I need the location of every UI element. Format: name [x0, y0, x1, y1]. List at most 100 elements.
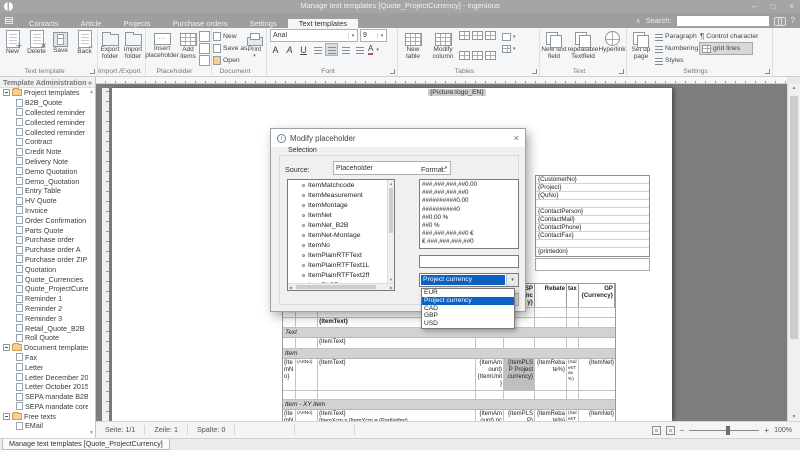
- ribbon-tab[interactable]: Text templates: [288, 19, 358, 28]
- tree-item[interactable]: Fax: [0, 353, 88, 363]
- zoom-slider-thumb[interactable]: [726, 426, 730, 435]
- fit-width-icon[interactable]: [666, 426, 675, 435]
- placeholder-list-item[interactable]: ItemNet-Montage: [288, 230, 394, 240]
- tree-item[interactable]: SEPA mandate core: [0, 402, 88, 412]
- dialog-launcher-icon[interactable]: [765, 69, 770, 74]
- minimize-button[interactable]: –: [752, 2, 756, 11]
- font-color-dropdown-icon[interactable]: ▾: [376, 47, 379, 53]
- scroll-up-icon[interactable]: ▲: [89, 89, 94, 95]
- document-new-button[interactable]: New: [213, 31, 243, 42]
- tree-item[interactable]: Contract: [0, 137, 88, 147]
- grid-lines-button[interactable]: grid lines: [700, 43, 752, 54]
- info-row[interactable]: {ContactPerson}: [536, 208, 649, 216]
- fit-page-icon[interactable]: [652, 426, 661, 435]
- copy-format-icon[interactable]: [199, 31, 210, 42]
- expander-icon[interactable]: [3, 344, 10, 351]
- tree-item[interactable]: Quotation: [0, 264, 88, 274]
- tree-item[interactable]: Collected reminder 1: [0, 108, 88, 118]
- scroll-down-icon[interactable]: ▼: [788, 414, 800, 420]
- info-row[interactable]: [536, 200, 649, 208]
- format-option[interactable]: ##########0.00: [422, 197, 516, 205]
- new-template-button[interactable]: ＋New: [1, 30, 24, 68]
- document-open-button[interactable]: Open: [213, 55, 243, 66]
- italic-button[interactable]: A: [284, 45, 295, 55]
- font-color-button[interactable]: A: [368, 45, 373, 55]
- paragraph-button[interactable]: Paragraph: [655, 31, 699, 42]
- selected-placeholder-cell[interactable]: {ItemPLSP Project currency}: [504, 359, 535, 390]
- scroll-right-icon[interactable]: ▶: [390, 285, 393, 290]
- tree-item[interactable]: Quote_ProjectCurrency: [0, 284, 88, 294]
- currency-option[interactable]: CAD: [422, 305, 514, 313]
- tree-item[interactable]: Free texts: [0, 411, 88, 421]
- new-text-field-button[interactable]: New text field: [541, 30, 567, 68]
- placeholder-list-item[interactable]: ItemMatchcode: [288, 180, 394, 190]
- set-up-page-button[interactable]: Set up page: [628, 30, 654, 68]
- info-row[interactable]: [536, 240, 649, 248]
- split-cells-icon[interactable]: [459, 51, 470, 60]
- currency-option[interactable]: USD: [422, 320, 514, 328]
- chevron-down-icon[interactable]: ▾: [506, 274, 518, 286]
- font-family-select[interactable]: Arial▾: [270, 29, 358, 42]
- expander-icon[interactable]: [3, 89, 10, 96]
- format-option[interactable]: ###,###,###,##0.00: [422, 181, 516, 189]
- ribbon-tab[interactable]: Settings: [239, 19, 288, 28]
- placeholder-list-item[interactable]: ItemNo: [288, 240, 394, 250]
- currency-select[interactable]: Project currency ▾: [419, 273, 519, 287]
- list-horizontal-scrollbar[interactable]: ◀ ▶: [288, 283, 394, 290]
- placeholder-list-item[interactable]: ItemMeasurement: [288, 190, 394, 200]
- scroll-up-icon[interactable]: ▲: [388, 181, 394, 186]
- placeholder-list-item[interactable]: ItemNet_B2B: [288, 220, 394, 230]
- tree-item[interactable]: Quote_Currencies: [0, 274, 88, 284]
- info-row[interactable]: {printedon}: [536, 248, 649, 256]
- close-button[interactable]: ×: [789, 2, 794, 11]
- info-row[interactable]: {Project}: [536, 184, 649, 192]
- info-row[interactable]: {CustomerNo}: [536, 176, 649, 184]
- tree-item[interactable]: EMail: [0, 421, 88, 431]
- info-row[interactable]: {ContactPhone}: [536, 224, 649, 232]
- tree-item[interactable]: Retail_Quote_B2B: [0, 323, 88, 333]
- export-folder-button[interactable]: Export folder: [99, 30, 121, 68]
- ribbon-tab[interactable]: Contacts: [18, 19, 70, 28]
- tree-item[interactable]: Letter October 2015: [0, 382, 88, 392]
- search-input[interactable]: [677, 16, 769, 26]
- copy-icon[interactable]: [199, 43, 210, 54]
- tree-item[interactable]: HV Quote: [0, 196, 88, 206]
- search-icon[interactable]: [774, 17, 786, 25]
- bold-button[interactable]: A: [270, 45, 281, 55]
- font-size-select[interactable]: 9▾: [360, 29, 387, 42]
- currency-option[interactable]: GBP: [422, 312, 514, 320]
- format-option[interactable]: ##0 %: [422, 222, 516, 230]
- ribbon-tab[interactable]: Projects: [112, 19, 161, 28]
- scroll-left-icon[interactable]: ◀: [289, 285, 292, 290]
- scrollbar-thumb[interactable]: [790, 96, 798, 339]
- tree-item[interactable]: Invoice: [0, 206, 88, 216]
- placeholder-list-item[interactable]: ItemPlainRTFText1L: [288, 260, 394, 270]
- tree-item[interactable]: B2B_Quote: [0, 98, 88, 108]
- print-button[interactable]: Print▾: [244, 30, 265, 68]
- format-option[interactable]: € ###,###,###,##0: [422, 238, 516, 246]
- tree-item[interactable]: Order Confirmation: [0, 215, 88, 225]
- expander-icon[interactable]: [3, 413, 10, 420]
- tree-item[interactable]: Parts Quote: [0, 225, 88, 235]
- delete-template-button[interactable]: ✕Delete: [25, 30, 48, 68]
- ribbon-tab[interactable]: Article: [70, 19, 113, 28]
- sidebar-collapse-icon[interactable]: «: [88, 78, 92, 86]
- hyperlink-button[interactable]: Hyperlink: [599, 30, 625, 68]
- tree-item[interactable]: Roll Quote: [0, 333, 88, 343]
- dialog-launcher-icon[interactable]: [619, 69, 624, 74]
- paste-icon[interactable]: [199, 55, 210, 66]
- placeholder-list-item[interactable]: ItemNet: [288, 210, 394, 220]
- placeholder-list-item[interactable]: ItemMontage: [288, 200, 394, 210]
- merge-cells-icon[interactable]: [485, 31, 496, 40]
- insert-row-below-icon[interactable]: [472, 31, 483, 40]
- scrollbar-thumb[interactable]: [296, 285, 376, 289]
- info-row[interactable]: {QuNo}: [536, 192, 649, 200]
- format-option[interactable]: ##0.00 %: [422, 214, 516, 222]
- tree-item[interactable]: Purchase order: [0, 235, 88, 245]
- tree-item[interactable]: Letter December 2019: [0, 372, 88, 382]
- scroll-up-icon[interactable]: ▲: [788, 85, 800, 91]
- format-option[interactable]: ###,###,###,##0: [422, 189, 516, 197]
- tree-item[interactable]: Letter: [0, 362, 88, 372]
- dialog-launcher-icon[interactable]: [90, 69, 95, 74]
- custom-format-input[interactable]: [419, 255, 519, 268]
